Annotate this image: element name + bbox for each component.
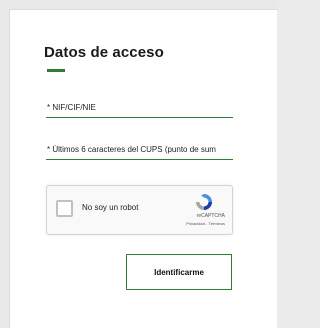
nif-field[interactable]: * NIF/CIF/NIE: [46, 103, 233, 118]
recaptcha-checkbox[interactable]: [56, 200, 73, 217]
recaptcha-brand: reCAPTCHA: [196, 213, 225, 219]
recaptcha-terms-link[interactable]: Privacidad - Términos: [186, 221, 225, 226]
recaptcha-label: No soy un robot: [82, 203, 139, 212]
identify-button[interactable]: Identificarme: [126, 254, 232, 290]
nif-field-underline: [46, 117, 233, 118]
page-background: Datos de acceso * NIF/CIF/NIE * Últimos …: [0, 0, 277, 328]
recaptcha-widget: No soy un robot reCAPTCHA Privacidad - T…: [46, 185, 233, 235]
cups-field-label: * Últimos 6 caracteres del CUPS (punto d…: [47, 145, 216, 154]
cups-field-underline: [46, 159, 233, 160]
cups-field[interactable]: * Últimos 6 caracteres del CUPS (punto d…: [46, 145, 233, 160]
title-underline: [47, 69, 65, 72]
recaptcha-logo-icon: [196, 194, 212, 210]
nif-field-label: * NIF/CIF/NIE: [47, 103, 96, 112]
page-title: Datos de acceso: [44, 44, 164, 61]
